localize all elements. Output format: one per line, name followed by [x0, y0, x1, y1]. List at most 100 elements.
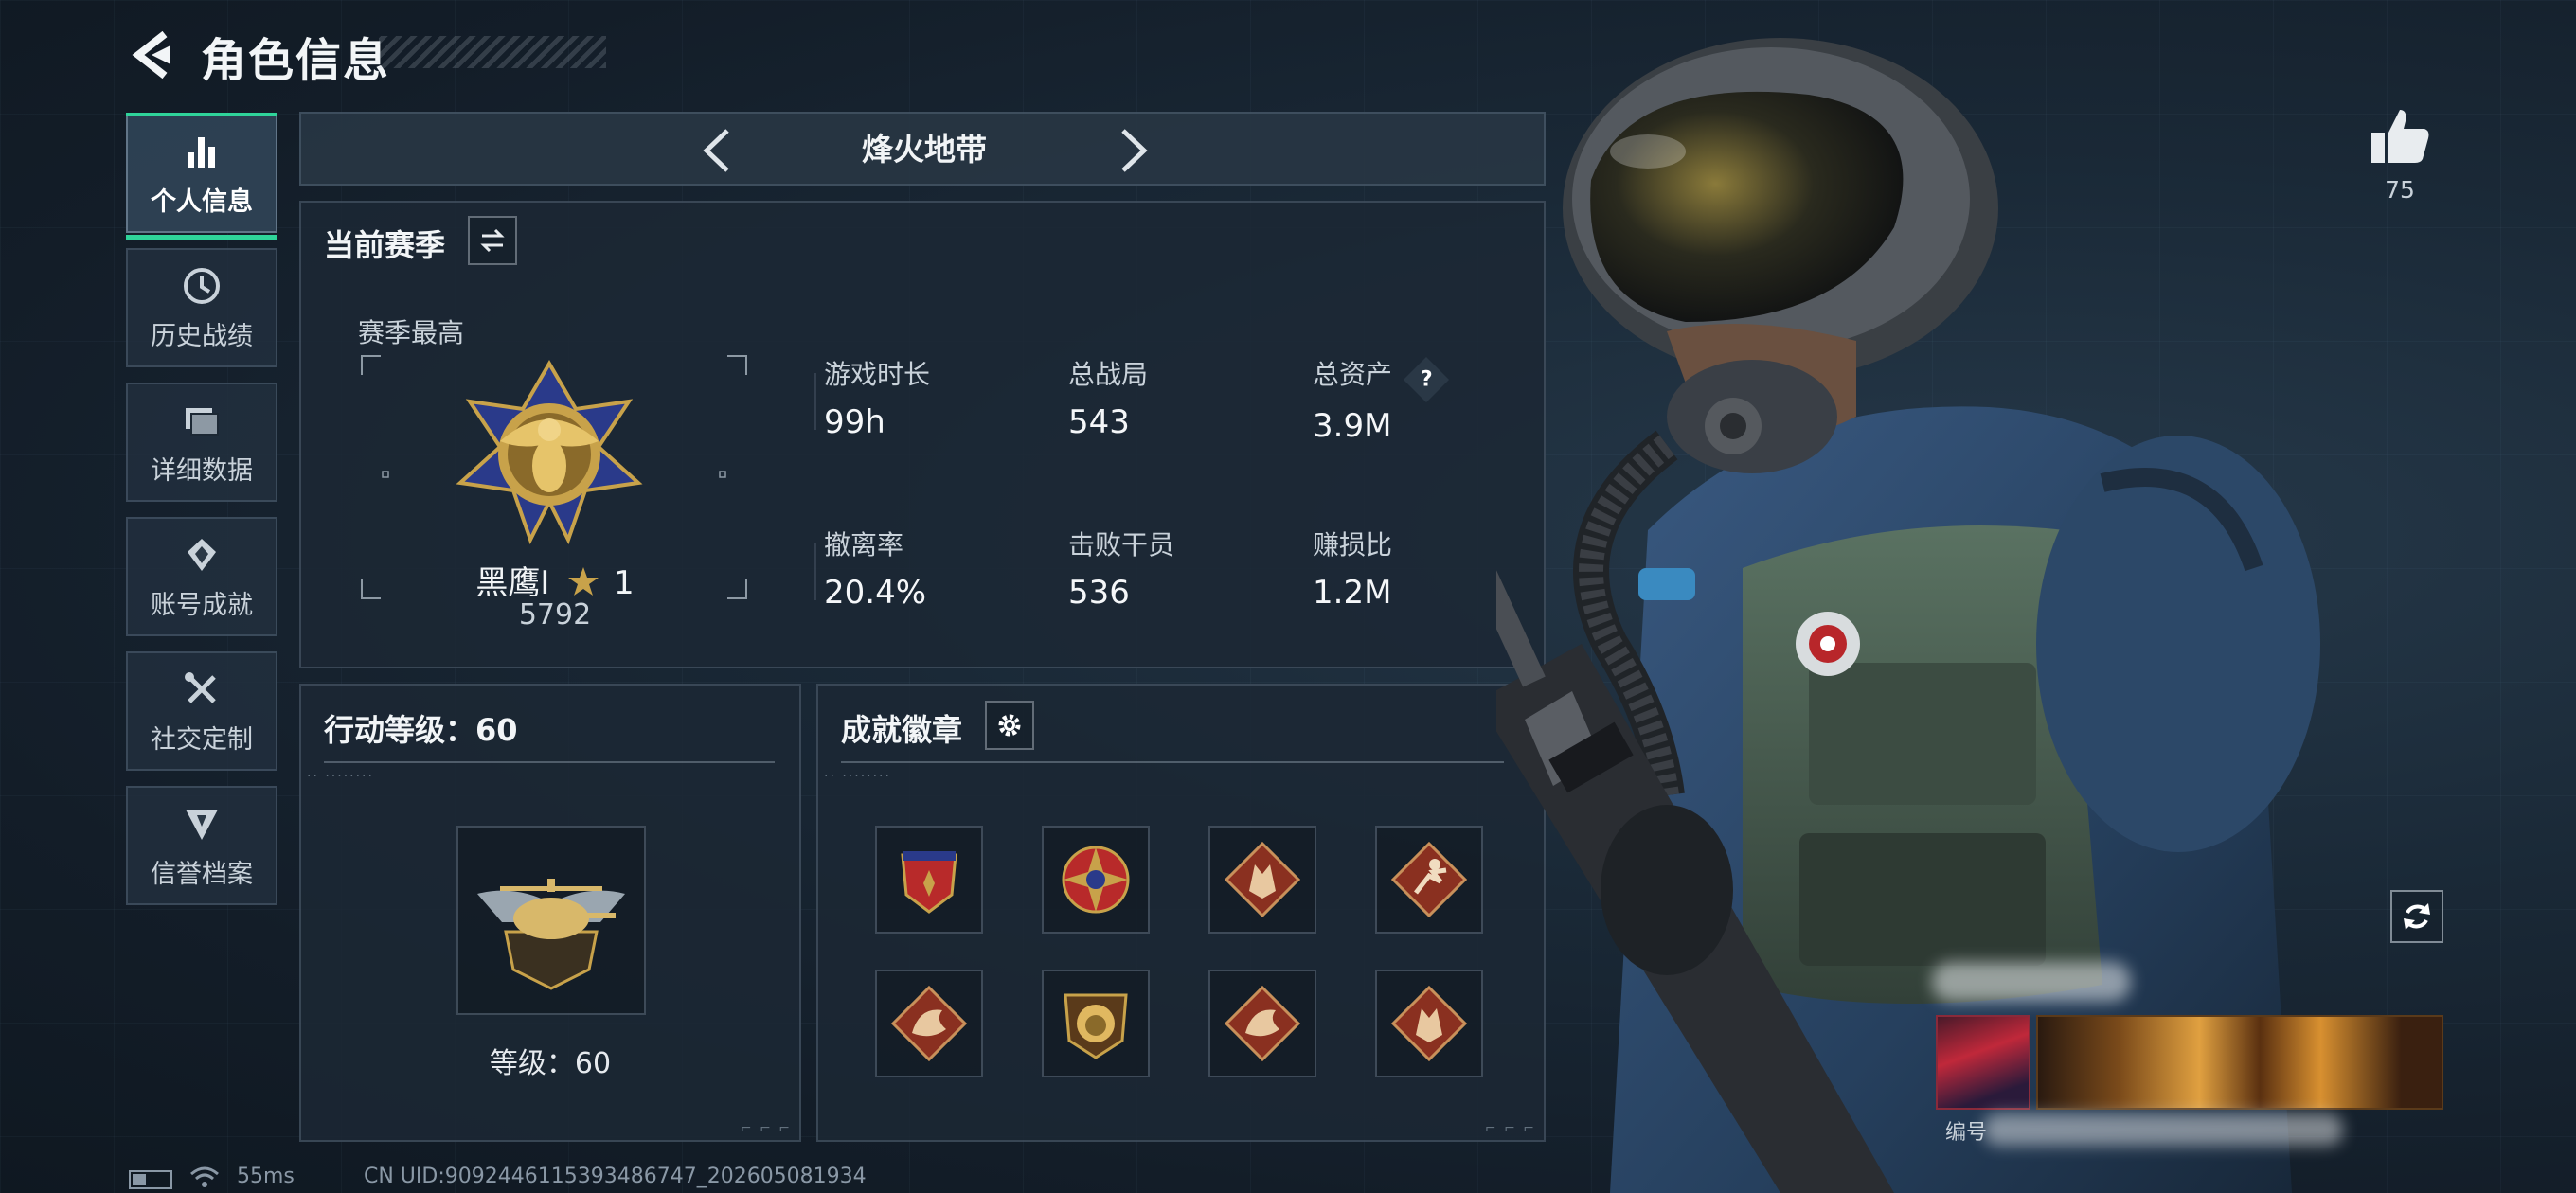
- action-level-panel: 行动等级：60 等级：60 ·· ········ ⌐ ⌐ ⌐: [299, 684, 801, 1142]
- stat-label: 撤离率: [824, 529, 904, 561]
- like-count: 75: [2385, 176, 2415, 204]
- refresh-button[interactable]: [2390, 890, 2443, 943]
- sidebar-item-label: 社交定制: [151, 724, 253, 755]
- gear-icon: [998, 714, 1021, 737]
- player-uid: CN UID:9092446115393486747_202605081934: [364, 1165, 867, 1188]
- level-badge-frame[interactable]: [456, 826, 646, 1015]
- level-title: 行动等级：60: [324, 712, 518, 748]
- stat-label-row: 总资产 ?: [1313, 354, 1449, 403]
- player-banner-image[interactable]: [2036, 1015, 2443, 1110]
- page-title: 角色信息: [201, 34, 391, 87]
- sidebar-item-social-custom[interactable]: 社交定制: [126, 651, 277, 771]
- rank-star-icon: [568, 567, 599, 596]
- stat-value: 543: [1068, 403, 1130, 441]
- stat-extraction-rate: 撤离率 20.4%: [824, 525, 926, 612]
- divider: [324, 761, 775, 763]
- stat-value: 99h: [824, 403, 886, 441]
- sidebar-item-label: 信誉档案: [151, 859, 253, 889]
- wolf-badge-icon: [1390, 985, 1468, 1062]
- badge-slot[interactable]: [1208, 970, 1316, 1077]
- player-id-label: 编号: [1945, 1121, 1988, 1145]
- network-ping: 55ms: [237, 1165, 295, 1188]
- stat-label: 游戏时长: [824, 359, 931, 390]
- back-arrow-icon[interactable]: [123, 27, 180, 83]
- rank-score: 5792: [518, 598, 592, 632]
- stat-divider: [814, 373, 816, 430]
- season-title: 当前赛季: [324, 227, 446, 263]
- credit-shield-icon: [186, 809, 218, 840]
- badge-slot[interactable]: [1208, 826, 1316, 934]
- season-best-label: 赛季最高: [358, 317, 465, 348]
- corner-decoration: ⌐ ⌐ ⌐: [740, 1121, 792, 1136]
- stat-value: 20.4%: [824, 574, 927, 612]
- bar-chart-icon: [188, 136, 215, 168]
- wolf-badge-icon: [1224, 841, 1301, 918]
- refresh-icon: [2404, 903, 2430, 930]
- redacted-name-blur: [1932, 962, 2131, 1002]
- badge-slot[interactable]: [1375, 826, 1483, 934]
- stat-total-matches: 总战局 543: [1068, 354, 1148, 441]
- stat-label: 击败干员: [1068, 529, 1175, 561]
- stat-value: 3.9M: [1313, 407, 1392, 445]
- runner-badge-icon: [1390, 841, 1468, 918]
- help-icon[interactable]: ?: [1403, 356, 1449, 403]
- dragon-badge-icon: [890, 985, 968, 1062]
- stat-label: 总战局: [1068, 359, 1149, 390]
- history-clock-icon: [184, 267, 220, 304]
- player-avatar[interactable]: [1936, 1015, 2030, 1110]
- rank-eagle-emblem-icon: [456, 360, 643, 545]
- rank-name-row: 黑鹰I 1: [301, 557, 809, 603]
- wifi-icon: [190, 1166, 219, 1187]
- achievement-badges-panel: 成就徽章 ·· ········ ⌐ ⌐ ⌐: [816, 684, 1546, 1142]
- stat-value: 536: [1068, 574, 1130, 612]
- folder-icon: [186, 407, 219, 436]
- tools-icon: [185, 671, 216, 703]
- achievements-title: 成就徽章: [841, 712, 963, 748]
- stat-operators-defeated: 击败干员 536: [1068, 525, 1174, 612]
- dragon-badge-icon: [1224, 985, 1301, 1062]
- corner-decoration: ·· ········: [307, 769, 374, 784]
- level-value-text: 等级：60: [489, 1047, 612, 1080]
- badge-slot[interactable]: [875, 826, 983, 934]
- helicopter-badge-icon: [477, 879, 625, 990]
- mode-selector-bar: 烽火地带: [299, 112, 1546, 186]
- achievements-settings-button[interactable]: [985, 701, 1034, 750]
- title-decoration-stripe: [379, 36, 606, 68]
- stat-label: 总资产: [1313, 359, 1393, 390]
- sidebar-item-label: 历史战绩: [151, 321, 253, 351]
- battery-icon: [129, 1170, 172, 1189]
- sidebar-item-detailed-data[interactable]: 详细数据: [126, 383, 277, 502]
- stat-profit-loss: 赚损比 1.2M: [1313, 525, 1392, 612]
- lion-badge-icon: [1064, 993, 1128, 1059]
- mode-next-arrow-icon[interactable]: [1112, 127, 1154, 174]
- badge-slot[interactable]: [1042, 826, 1150, 934]
- swap-arrows-icon: [480, 228, 505, 253]
- stat-total-assets: 总资产 ? 3.9M: [1313, 354, 1449, 445]
- sidebar-item-label: 账号成就: [151, 590, 253, 620]
- season-swap-button[interactable]: [468, 216, 517, 265]
- stat-value: 1.2M: [1313, 574, 1392, 612]
- sidebar-item-history[interactable]: 历史战绩: [126, 248, 277, 367]
- mode-title: 烽火地带: [862, 131, 987, 168]
- sidebar-item-label: 详细数据: [151, 455, 253, 486]
- rank-name: 黑鹰I: [475, 564, 550, 602]
- sidebar-item-label: 个人信息: [151, 187, 253, 217]
- sidebar-item-credit-record[interactable]: 信誉档案: [126, 786, 277, 905]
- sidebar-item-personal-info[interactable]: 个人信息: [126, 113, 277, 240]
- sidebar-item-account-achievements[interactable]: 账号成就: [126, 517, 277, 636]
- badge-slot[interactable]: [1375, 970, 1483, 1077]
- badge-slot[interactable]: [875, 970, 983, 1077]
- star-compass-badge-icon: [1062, 846, 1130, 914]
- current-season-panel: 当前赛季 赛季最高 黑鹰I 1 5792 游戏时长 99h 总战局 543 总资…: [299, 201, 1546, 668]
- help-icon-glyph: ?: [1420, 366, 1433, 391]
- stat-play-time: 游戏时长 99h: [824, 354, 930, 441]
- eagle-shield-badge-icon: [901, 851, 957, 914]
- divider: [841, 761, 1504, 763]
- stat-label: 赚损比: [1313, 529, 1393, 561]
- rank-stars: 1: [614, 564, 635, 602]
- redacted-id-blur: [1983, 1113, 2343, 1146]
- achievement-icon: [188, 538, 216, 571]
- like-thumbs-up-icon[interactable]: [2368, 104, 2432, 169]
- corner-decoration: ·· ········: [824, 769, 891, 784]
- badge-slot[interactable]: [1042, 970, 1150, 1077]
